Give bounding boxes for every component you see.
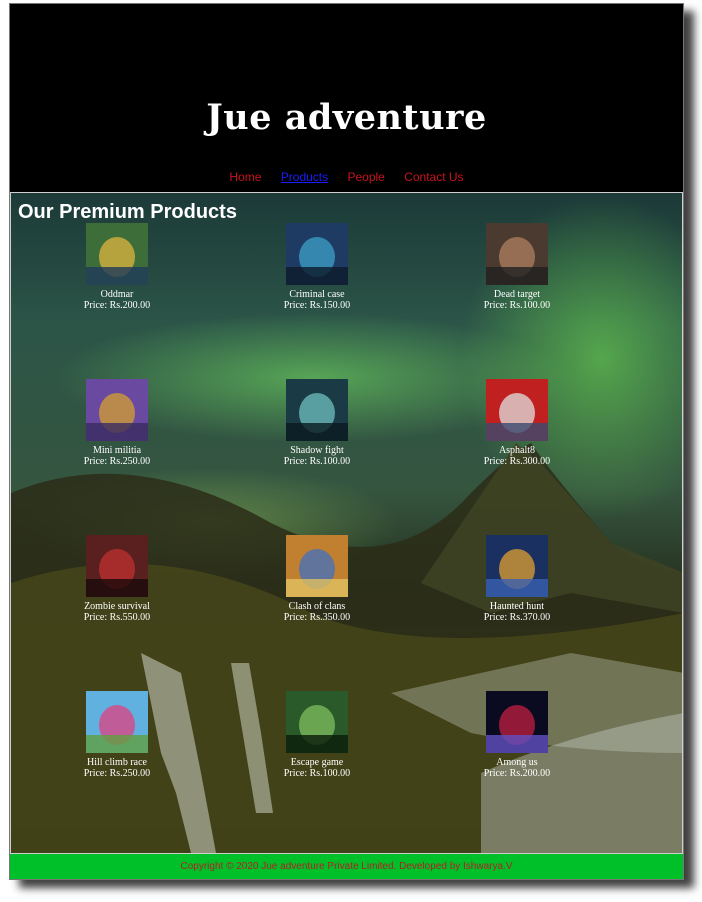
product-thumbnail[interactable]	[486, 691, 548, 753]
product-card[interactable]: Asphalt8 Price: Rs.300.00	[447, 379, 587, 467]
main-nav: Home Products People Contact Us	[10, 170, 683, 184]
product-name: Shadow fight	[290, 445, 344, 456]
products-section: Our Premium Products Oddmar Price: Rs.200…	[10, 192, 683, 854]
product-name: Among us	[496, 757, 538, 768]
product-price: Price: Rs.100.00	[283, 768, 351, 779]
nav-products-link[interactable]: Products	[281, 170, 328, 184]
section-title: Our Premium Products	[18, 201, 237, 223]
product-price: Price: Rs.100.00	[483, 300, 551, 311]
product-card[interactable]: Dead target Price: Rs.100.00	[447, 223, 587, 311]
product-name: Clash of clans	[288, 601, 346, 612]
product-name: Hill climb race	[87, 757, 147, 768]
product-price: Price: Rs.200.00	[483, 768, 551, 779]
product-name: Escape game	[290, 757, 344, 768]
product-card[interactable]: Shadow fight Price: Rs.100.00	[247, 379, 387, 467]
product-name: Zombie survival	[84, 601, 150, 612]
product-card[interactable]: Haunted hunt Price: Rs.370.00	[447, 535, 587, 623]
product-thumbnail[interactable]	[286, 223, 348, 285]
product-thumbnail[interactable]	[286, 691, 348, 753]
product-card[interactable]: Hill climb race Price: Rs.250.00	[47, 691, 187, 779]
product-thumbnail[interactable]	[286, 379, 348, 441]
product-price: Price: Rs.200.00	[83, 300, 151, 311]
product-thumbnail[interactable]	[486, 379, 548, 441]
product-card[interactable]: Oddmar Price: Rs.200.00	[47, 223, 187, 311]
product-card[interactable]: Zombie survival Price: Rs.550.00	[47, 535, 187, 623]
product-price: Price: Rs.250.00	[83, 768, 151, 779]
product-name: Asphalt8	[498, 445, 536, 456]
product-card[interactable]: Criminal case Price: Rs.150.00	[247, 223, 387, 311]
product-name: Dead target	[493, 289, 541, 300]
product-price: Price: Rs.300.00	[483, 456, 551, 467]
nav-people-link[interactable]: People	[347, 170, 384, 184]
product-price: Price: Rs.250.00	[83, 456, 151, 467]
page-frame: Jue adventure Home Products People Conta…	[9, 3, 684, 880]
product-card[interactable]: Escape game Price: Rs.100.00	[247, 691, 387, 779]
product-thumbnail[interactable]	[286, 535, 348, 597]
product-price: Price: Rs.100.00	[283, 456, 351, 467]
product-card[interactable]: Clash of clans Price: Rs.350.00	[247, 535, 387, 623]
product-thumbnail[interactable]	[86, 691, 148, 753]
product-thumbnail[interactable]	[86, 535, 148, 597]
product-thumbnail[interactable]	[86, 223, 148, 285]
nav-home-link[interactable]: Home	[229, 170, 261, 184]
product-name: Mini militia	[92, 445, 142, 456]
product-card[interactable]: Mini militia Price: Rs.250.00	[47, 379, 187, 467]
nav-contact-link[interactable]: Contact Us	[404, 170, 463, 184]
product-name: Oddmar	[100, 289, 134, 300]
product-thumbnail[interactable]	[86, 379, 148, 441]
product-price: Price: Rs.350.00	[283, 612, 351, 623]
site-title: Jue adventure	[206, 97, 487, 138]
site-header: Jue adventure Home Products People Conta…	[10, 4, 683, 192]
product-thumbnail[interactable]	[486, 223, 548, 285]
product-price: Price: Rs.150.00	[283, 300, 351, 311]
product-name: Criminal case	[289, 289, 345, 300]
site-footer: Copyright © 2020 Jue adventure Private L…	[10, 854, 683, 879]
product-price: Price: Rs.370.00	[483, 612, 551, 623]
product-thumbnail[interactable]	[486, 535, 548, 597]
product-card[interactable]: Among us Price: Rs.200.00	[447, 691, 587, 779]
product-price: Price: Rs.550.00	[83, 612, 151, 623]
product-name: Haunted hunt	[489, 601, 545, 612]
